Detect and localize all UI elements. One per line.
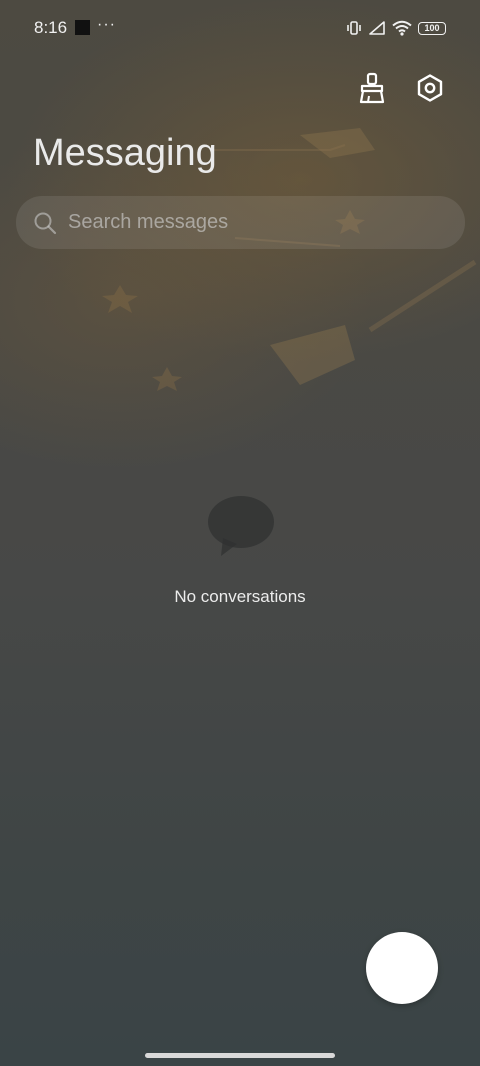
search-bar[interactable] <box>16 196 465 249</box>
clean-icon <box>359 72 385 104</box>
status-time: 8:16 <box>34 18 68 37</box>
status-icons: 100 <box>346 18 446 38</box>
chat-bubble-icon <box>208 496 274 556</box>
cellular-signal-icon <box>369 21 385 35</box>
status-bar: 8:16 ··· 100 <box>0 0 480 56</box>
home-indicator[interactable] <box>145 1053 335 1058</box>
settings-button[interactable] <box>410 68 450 108</box>
vibrate-icon <box>347 21 361 35</box>
settings-icon <box>417 74 443 102</box>
wifi-icon <box>392 20 412 36</box>
search-icon <box>32 210 58 236</box>
search-input[interactable] <box>68 202 465 243</box>
new-message-fab[interactable] <box>366 932 438 1004</box>
page-title: Messaging <box>33 132 217 174</box>
clean-button[interactable] <box>352 68 392 108</box>
notification-square-icon <box>75 20 90 35</box>
more-notifications-indicator: ··· <box>97 16 116 33</box>
battery-level: 100 <box>424 23 440 33</box>
messaging-screen: 8:16 ··· 100 Messaging Search messages N… <box>0 0 480 1066</box>
empty-state-text: No conversations <box>174 587 306 606</box>
battery-icon: 100 <box>418 21 446 35</box>
